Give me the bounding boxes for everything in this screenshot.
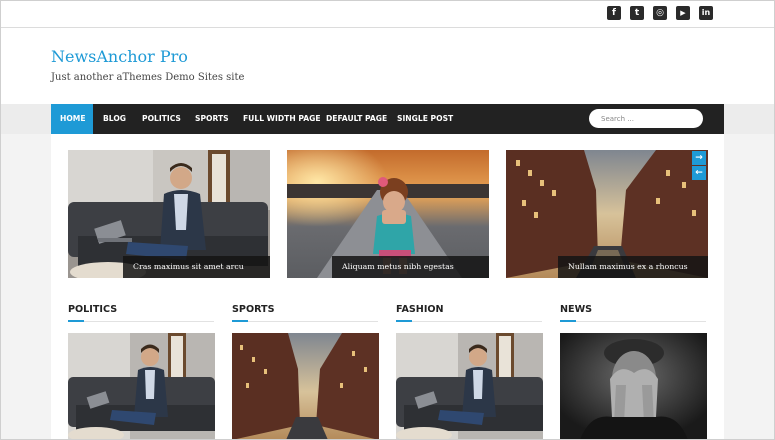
nav-item-blog[interactable]: BLOG	[103, 104, 126, 134]
search-input[interactable]	[589, 109, 703, 128]
linkedin-icon[interactable]: in	[699, 6, 713, 20]
nav-item-full-width-page[interactable]: FULL WIDTH PAGE	[243, 104, 321, 134]
slider-item[interactable]: Aliquam metus nibh egestas	[287, 150, 489, 278]
nav-item-default-page[interactable]: DEFAULT PAGE	[326, 104, 387, 134]
section-accent	[232, 320, 248, 322]
nav-wrapper: HOME BLOG POLITICS SPORTS FULL WIDTH PAG…	[0, 104, 775, 134]
nav-item-sports[interactable]: SPORTS	[195, 104, 229, 134]
main-nav: HOME BLOG POLITICS SPORTS FULL WIDTH PAG…	[51, 104, 724, 134]
man-laptop-thumbnail-image	[396, 333, 543, 440]
site-tagline: Just another aThemes Demo Sites site	[51, 72, 245, 83]
slider-item[interactable]: Cras maximus sit amet arcu	[68, 150, 270, 278]
slide-caption[interactable]: Cras maximus sit amet arcu	[123, 256, 270, 278]
politics-post-thumbnail[interactable]	[68, 333, 215, 440]
social-links: f t ◎ ▶ in	[607, 6, 713, 20]
section-divider	[396, 320, 542, 322]
man-hands-face-image	[560, 333, 707, 440]
nav-item-politics[interactable]: POLITICS	[142, 104, 181, 134]
section-title-politics[interactable]: POLITICS	[68, 304, 117, 315]
slide-caption[interactable]: Nullam maximus ex a rhoncus	[558, 256, 708, 278]
instagram-icon[interactable]: ◎	[653, 6, 667, 20]
section-title-sports[interactable]: SPORTS	[232, 304, 275, 315]
section-accent	[396, 320, 412, 322]
main-content: Cras maximus sit amet arcu Aliquam metus…	[51, 134, 724, 440]
twitter-icon[interactable]: t	[630, 6, 644, 20]
slider-item[interactable]: Nullam maximus ex a rhoncus	[506, 150, 708, 278]
section-title-fashion[interactable]: FASHION	[396, 304, 444, 315]
slide-caption[interactable]: Aliquam metus nibh egestas	[332, 256, 489, 278]
site-title[interactable]: NewsAnchor Pro	[51, 47, 188, 66]
facebook-icon[interactable]: f	[607, 6, 621, 20]
section-divider	[232, 320, 378, 322]
sports-post-thumbnail[interactable]	[232, 333, 379, 440]
man-laptop-thumbnail-image	[68, 333, 215, 440]
section-divider	[560, 320, 706, 322]
section-accent	[68, 320, 84, 322]
nav-item-home[interactable]: HOME	[51, 104, 93, 134]
section-title-news[interactable]: NEWS	[560, 304, 592, 315]
slider-prev-button[interactable]: ←	[692, 166, 706, 180]
section-accent	[560, 320, 576, 322]
slider-next-button[interactable]: →	[692, 151, 706, 165]
news-post-thumbnail[interactable]	[560, 333, 707, 440]
fashion-post-thumbnail[interactable]	[396, 333, 543, 440]
top-bar: f t ◎ ▶ in	[0, 0, 775, 28]
youtube-icon[interactable]: ▶	[676, 6, 690, 20]
canal-thumbnail-image	[232, 333, 379, 440]
section-divider	[68, 320, 214, 322]
nav-item-single-post[interactable]: SINGLE POST	[397, 104, 453, 134]
site-header: NewsAnchor Pro Just another aThemes Demo…	[0, 28, 775, 104]
